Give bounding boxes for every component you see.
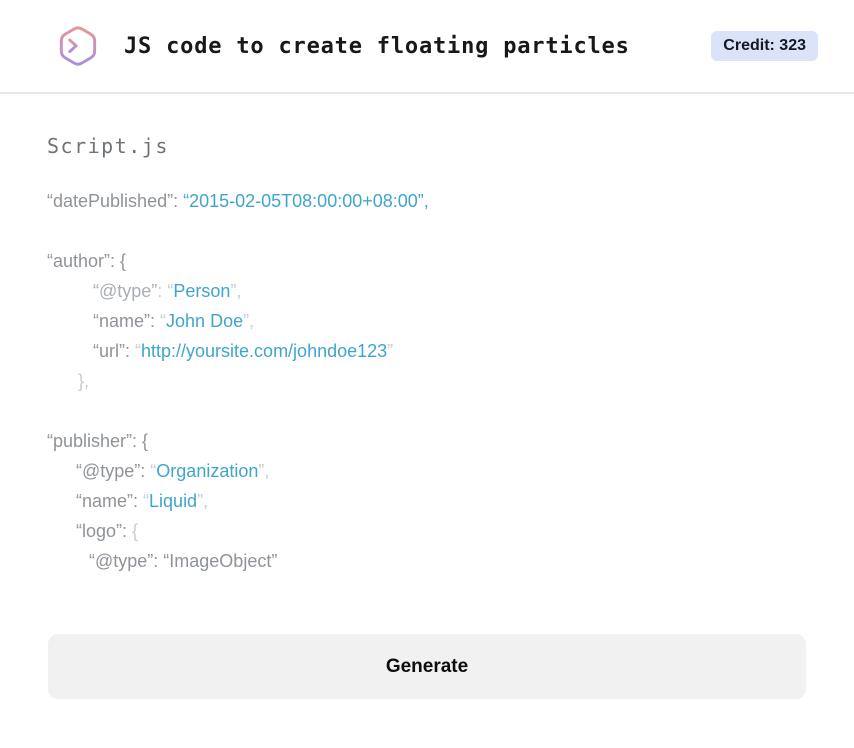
code-line: “url”: “http://yoursite.com/johndoe123” <box>93 341 394 361</box>
generate-button[interactable]: Generate <box>48 634 806 699</box>
code-line: “datePublished”: “2015-02-05T08:00:00+08… <box>47 191 429 211</box>
credit-badge: Credit: 323 <box>711 31 818 61</box>
header: JS code to create floating particles Cre… <box>0 0 854 94</box>
code-line: }, <box>78 371 90 391</box>
code-line: “publisher”: { <box>47 431 149 451</box>
code-block: “datePublished”: “2015-02-05T08:00:00+08… <box>47 186 806 576</box>
terminal-prompt-hexagon-icon <box>56 22 100 70</box>
file-title: Script.js <box>47 134 169 158</box>
code-line: “logo”: { <box>76 521 139 541</box>
code-line: “@type”: “Organization”, <box>76 461 270 481</box>
page-title: JS code to create floating particles <box>124 33 630 59</box>
code-line: “name”: “Liquid”, <box>76 491 209 511</box>
code-line: “@type”: “Person”, <box>93 281 242 301</box>
code-line: “author”: { <box>47 251 127 271</box>
code-line: “@type”: “ImageObject” <box>89 551 278 571</box>
main-content: Script.js “datePublished”: “2015-02-05T0… <box>0 94 854 699</box>
code-line: “name”: “John Doe”, <box>93 311 255 331</box>
